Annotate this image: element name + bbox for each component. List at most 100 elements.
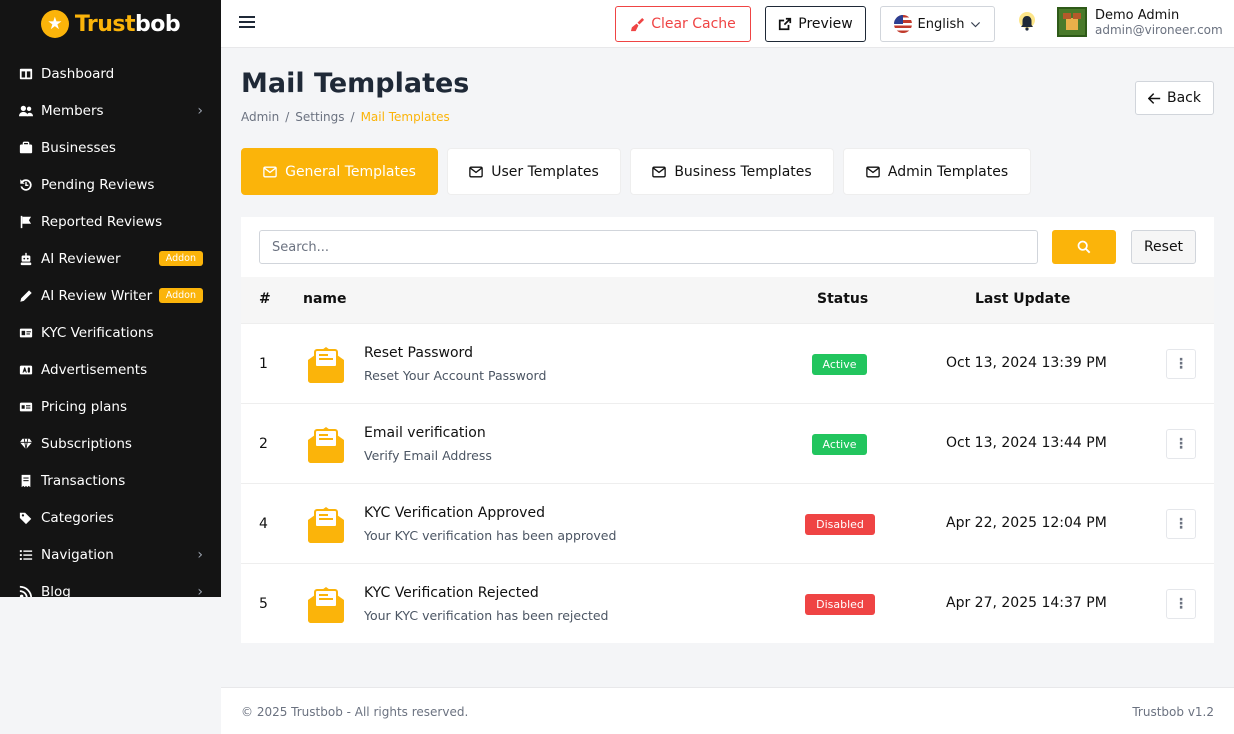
users-icon [18, 104, 34, 118]
envelope-icon [652, 166, 667, 177]
search-input[interactable] [259, 230, 1038, 264]
page-title: Mail Templates [241, 68, 470, 99]
brand-logo[interactable]: ★ Trustbob [0, 0, 221, 48]
sidebar-nav: Dashboard Members › Businesses Pending R… [0, 55, 221, 597]
sidebar-item-subscriptions[interactable]: Subscriptions [0, 425, 221, 462]
sidebar-item-label: Navigation [41, 546, 114, 563]
ad-icon [18, 363, 34, 377]
sidebar-item-advertisements[interactable]: Advertisements [0, 351, 221, 388]
status-badge: Active [812, 354, 867, 375]
template-name[interactable]: KYC Verification Rejected [364, 585, 539, 601]
breadcrumb-admin[interactable]: Admin [241, 110, 279, 124]
sidebar-item-label: Pending Reviews [41, 176, 155, 193]
sidebar-item-dashboard[interactable]: Dashboard [0, 55, 221, 92]
sidebar-item-label: Businesses [41, 139, 116, 156]
breadcrumb: Admin / Settings / Mail Templates [241, 110, 450, 124]
table-row: 4 KYC Verification Approved Your KYC ver… [241, 483, 1214, 563]
row-actions-button[interactable]: ⋮ [1166, 589, 1196, 619]
brand-name: Trustbob [74, 11, 181, 37]
sidebar-item-transactions[interactable]: Transactions [0, 462, 221, 499]
template-name[interactable]: KYC Verification Approved [364, 505, 545, 521]
user-menu[interactable]: Demo Admin admin@vironeer.com [1057, 7, 1223, 37]
tab-user-templates[interactable]: User Templates [447, 148, 621, 195]
sidebar-item-pricing-plans[interactable]: Pricing plans [0, 388, 221, 425]
avatar [1057, 7, 1087, 37]
receipt-icon [18, 474, 34, 488]
table-row: 2 Email verification Verify Email Addres… [241, 403, 1214, 483]
breadcrumb-current: Mail Templates [360, 110, 450, 124]
addon-badge: Addon [158, 251, 203, 266]
briefcase-icon [18, 141, 34, 155]
preview-label: Preview [798, 16, 853, 32]
sidebar-item-businesses[interactable]: Businesses [0, 129, 221, 166]
id-card-icon [18, 326, 34, 340]
column-header-number: # [259, 291, 271, 307]
topbar: Clear Cache Preview English Demo Admin a… [221, 0, 1234, 48]
column-header-name: name [303, 291, 347, 307]
dashboard-icon [18, 67, 34, 81]
gem-icon [18, 437, 34, 451]
sidebar-item-ai-review-writer[interactable]: AI Review Writer Addon [0, 277, 221, 314]
mail-template-icon [308, 507, 344, 543]
sidebar-item-label: Members [41, 102, 104, 119]
arrow-left-icon [1148, 92, 1161, 104]
sidebar-item-categories[interactable]: Categories [0, 499, 221, 536]
sidebar-item-blog[interactable]: Blog › [0, 573, 221, 597]
tab-business-templates[interactable]: Business Templates [630, 148, 834, 195]
clear-cache-label: Clear Cache [651, 16, 736, 32]
template-description: Your KYC verification has been approved [364, 528, 617, 543]
table-header: # name Status Last Update [241, 277, 1214, 323]
sidebar-item-pending-reviews[interactable]: Pending Reviews [0, 166, 221, 203]
user-name: Demo Admin [1095, 7, 1180, 23]
envelope-icon [866, 166, 880, 177]
template-description: Reset Your Account Password [364, 368, 547, 383]
clear-cache-button[interactable]: Clear Cache [615, 6, 751, 42]
row-actions-button[interactable]: ⋮ [1166, 429, 1196, 459]
back-button[interactable]: Back [1135, 81, 1214, 115]
sidebar-item-label: AI Review Writer [41, 287, 153, 304]
back-label: Back [1167, 90, 1201, 106]
sidebar-item-label: Dashboard [41, 65, 115, 82]
history-icon [18, 178, 34, 192]
version: Trustbob v1.2 [1132, 705, 1214, 719]
row-actions-button[interactable]: ⋮ [1166, 509, 1196, 539]
list-icon [18, 548, 34, 562]
tab-general-templates[interactable]: General Templates [241, 148, 438, 195]
external-link-icon [779, 17, 792, 31]
sidebar-item-label: KYC Verifications [41, 324, 154, 341]
template-name[interactable]: Reset Password [364, 345, 473, 361]
breadcrumb-settings[interactable]: Settings [295, 110, 344, 124]
preview-button[interactable]: Preview [765, 6, 866, 42]
row-number: 5 [259, 596, 268, 612]
sidebar-item-kyc-verifications[interactable]: KYC Verifications [0, 314, 221, 351]
sidebar-item-label: Advertisements [41, 361, 148, 378]
menu-toggle-icon[interactable] [239, 14, 255, 30]
sidebar-item-members[interactable]: Members › [0, 92, 221, 129]
template-description: Verify Email Address [364, 448, 492, 463]
row-actions-button[interactable]: ⋮ [1166, 349, 1196, 379]
search-icon [1077, 240, 1091, 254]
language-select[interactable]: English [880, 6, 995, 42]
mail-template-icon [308, 587, 344, 623]
row-number: 2 [259, 436, 268, 452]
language-label: English [917, 16, 965, 32]
template-name[interactable]: Email verification [364, 425, 486, 441]
row-number: 4 [259, 516, 268, 532]
pricing-icon [18, 400, 34, 414]
last-update: Apr 22, 2025 12:04 PM [946, 515, 1107, 531]
sidebar-item-reported-reviews[interactable]: Reported Reviews [0, 203, 221, 240]
envelope-icon [263, 166, 277, 177]
table-row: 1 Reset Password Reset Your Account Pass… [241, 323, 1214, 403]
sidebar-item-ai-reviewer[interactable]: AI Reviewer Addon [0, 240, 221, 277]
last-update: Oct 13, 2024 13:39 PM [946, 355, 1107, 371]
sidebar-item-label: Pricing plans [41, 398, 127, 415]
tab-admin-templates[interactable]: Admin Templates [843, 148, 1031, 195]
reset-button[interactable]: Reset [1131, 230, 1196, 264]
sidebar-item-navigation[interactable]: Navigation › [0, 536, 221, 573]
footer: © 2025 Trustbob - All rights reserved. T… [221, 687, 1234, 734]
notification-bell-icon[interactable] [1015, 10, 1039, 36]
search-button[interactable] [1052, 230, 1116, 264]
row-number: 1 [259, 356, 268, 372]
status-badge: Disabled [805, 514, 875, 535]
last-update: Oct 13, 2024 13:44 PM [946, 435, 1107, 451]
